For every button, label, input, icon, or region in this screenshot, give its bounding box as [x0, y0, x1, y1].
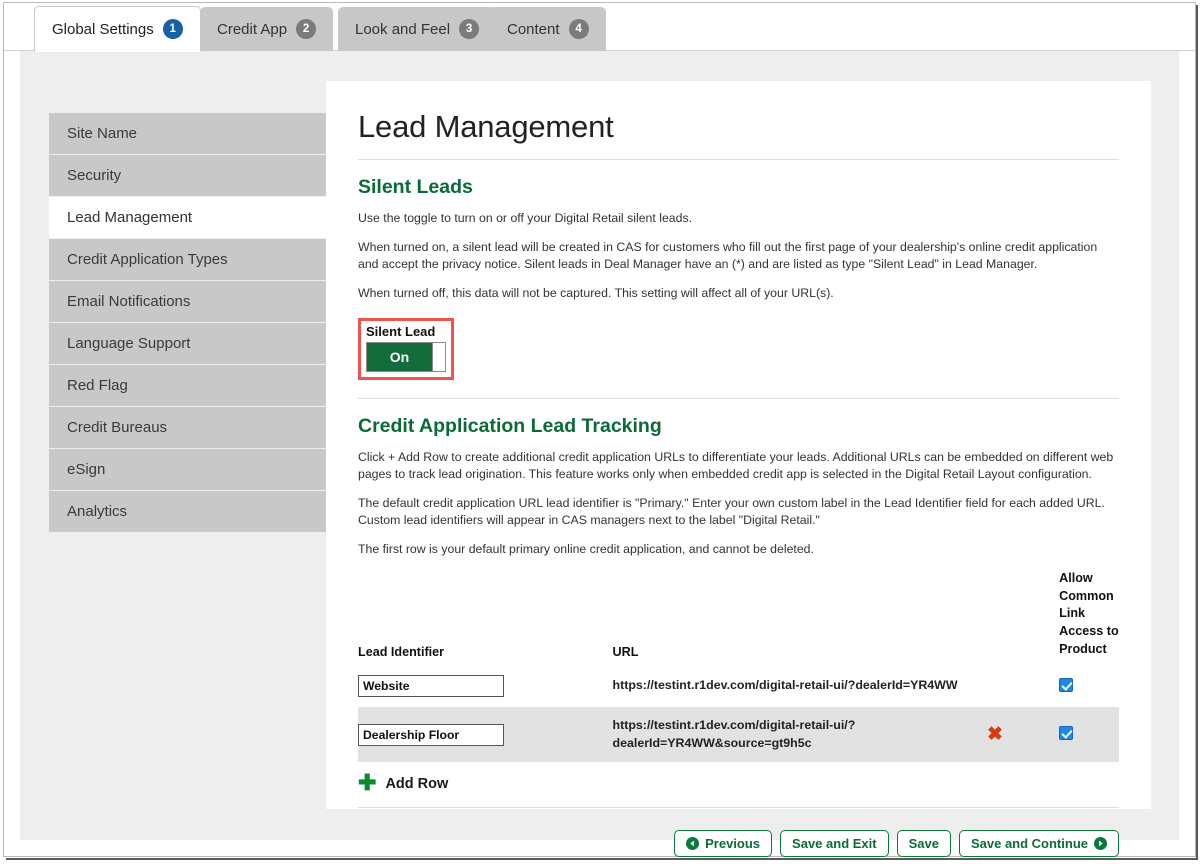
add-row-button[interactable]: ✚ Add Row — [358, 762, 1119, 809]
window-frame: Global Settings 1 Credit App 2 Look and … — [3, 2, 1196, 858]
sidebar-item-credit-bureaus[interactable]: Credit Bureaus — [49, 407, 326, 449]
arrow-right-circle-icon — [1094, 837, 1107, 851]
tab-credit-app[interactable]: Credit App 2 — [200, 7, 334, 51]
lead-tracking-heading: Credit Application Lead Tracking — [358, 414, 662, 437]
cell-allow-common-link — [1059, 665, 1119, 708]
app-screenshot: Global Settings 1 Credit App 2 Look and … — [0, 0, 1202, 864]
column-header-lead-identifier: Lead Identifier — [358, 645, 445, 660]
save-and-exit-label: Save and Exit — [792, 836, 877, 852]
cell-lead-identifier — [358, 665, 613, 708]
cell-lead-identifier — [358, 707, 613, 763]
allow-common-link-checkbox[interactable] — [1059, 726, 1074, 741]
column-header-delete — [987, 570, 1059, 665]
tab-label: Content — [507, 20, 560, 38]
sidebar-item-label: Analytics — [67, 503, 128, 520]
sidebar-item-label: eSign — [67, 461, 106, 478]
tab-content[interactable]: Content 4 — [490, 7, 606, 51]
content-panel: Lead Management Silent Leads Use the tog… — [326, 81, 1151, 858]
sidebar-item-esign[interactable]: eSign — [49, 449, 326, 491]
sidebar-item-email-notifications[interactable]: Email Notifications — [49, 281, 326, 323]
lead-tracking-paragraph-2: The default credit application URL lead … — [358, 495, 1105, 527]
tab-badge: 1 — [162, 19, 183, 39]
toggle-knob[interactable] — [432, 342, 445, 371]
cell-delete — [986, 665, 1060, 708]
sidebar-item-label: Security — [67, 167, 122, 184]
sidebar-item-red-flag[interactable]: Red Flag — [49, 365, 326, 407]
sidebar-item-label: Lead Management — [67, 209, 193, 226]
sidebar-item-label: Email Notifications — [67, 293, 191, 310]
silent-leads-paragraph-3: When turned off, this data will not be c… — [358, 285, 834, 300]
save-and-continue-label: Save and Continue — [970, 836, 1088, 852]
previous-button-label: Previous — [705, 836, 761, 852]
table-row: https://testint.r1dev.com/digital-retail… — [358, 665, 1119, 708]
sidebar-item-label: Red Flag — [67, 377, 128, 394]
cell-delete: ✖ — [986, 707, 1060, 763]
tab-badge: 3 — [459, 19, 480, 39]
lead-identifier-input[interactable] — [358, 723, 504, 746]
column-header-url: URL — [612, 645, 639, 660]
settings-sidebar: Site Name Security Lead Management Credi… — [49, 113, 326, 533]
tab-global-settings[interactable]: Global Settings 1 — [34, 6, 201, 52]
delete-row-icon[interactable]: ✖ — [987, 725, 1003, 744]
silent-lead-toggle[interactable]: On — [366, 341, 446, 372]
allow-common-link-checkbox[interactable] — [1059, 677, 1074, 692]
column-header-allow-common-link: Allow Common Link Access to Product — [1059, 570, 1119, 665]
cell-url: https://testint.r1dev.com/digital-retail… — [612, 707, 987, 763]
silent-leads-paragraph-2: When turned on, a silent lead will be cr… — [358, 239, 1098, 271]
silent-lead-highlight-box: Silent Lead On — [358, 317, 454, 380]
sidebar-item-label: Language Support — [67, 335, 191, 352]
save-and-exit-button[interactable]: Save and Exit — [780, 830, 889, 858]
page-title: Lead Management — [358, 109, 1119, 160]
sidebar-item-language-support[interactable]: Language Support — [49, 323, 326, 365]
cell-url: https://testint.r1dev.com/digital-retail… — [612, 665, 987, 708]
sidebar-item-security[interactable]: Security — [49, 155, 326, 197]
page-body: Site Name Security Lead Management Credi… — [20, 51, 1179, 858]
tab-look-and-feel[interactable]: Look and Feel 3 — [338, 7, 497, 51]
save-label: Save — [908, 836, 939, 852]
section-divider — [358, 397, 1119, 399]
table-body: https://testint.r1dev.com/digital-retail… — [358, 665, 1119, 763]
lead-identifier-input[interactable] — [358, 675, 504, 698]
silent-lead-toggle-label: Silent Lead — [366, 323, 436, 339]
allow-common-link-label: Allow Common Link Access to Product — [1059, 570, 1119, 657]
previous-button[interactable]: Previous — [674, 830, 773, 858]
sidebar-item-credit-application-types[interactable]: Credit Application Types — [49, 239, 326, 281]
lead-tracking-paragraph-1: Click + Add Row to create additional cre… — [358, 449, 1114, 481]
add-row-label: Add Row — [385, 776, 449, 793]
tab-bar: Global Settings 1 Credit App 2 Look and … — [4, 3, 1195, 52]
sidebar-item-site-name[interactable]: Site Name — [49, 113, 326, 155]
plus-icon: ✚ — [358, 770, 377, 796]
window-shadow-bottom — [6, 858, 1198, 860]
sidebar-item-label: Credit Application Types — [67, 251, 228, 268]
lead-tracking-table: Lead Identifier URL Allow Common Link Ac… — [358, 570, 1119, 763]
table-header: Lead Identifier URL Allow Common Link Ac… — [358, 570, 1119, 665]
silent-leads-heading: Silent Leads — [358, 176, 473, 198]
save-and-continue-button[interactable]: Save and Continue — [958, 830, 1119, 858]
table-row: https://testint.r1dev.com/digital-retail… — [358, 707, 1119, 763]
lead-tracking-paragraph-3: The first row is your default primary on… — [358, 541, 814, 556]
sidebar-item-analytics[interactable]: Analytics — [49, 491, 326, 533]
footer-button-bar: Previous Save and Exit Save Save and Con… — [358, 808, 1119, 858]
tab-badge: 2 — [296, 19, 317, 39]
tab-badge: 4 — [568, 19, 589, 39]
sidebar-item-label: Credit Bureaus — [67, 419, 168, 436]
sidebar-item-lead-management[interactable]: Lead Management — [49, 197, 326, 239]
tab-label: Credit App — [217, 20, 288, 38]
save-button[interactable]: Save — [896, 830, 951, 858]
tab-label: Global Settings — [52, 20, 154, 38]
toggle-state-label: On — [367, 342, 432, 371]
tab-label: Look and Feel — [355, 20, 451, 38]
silent-leads-paragraph-1: Use the toggle to turn on or off your Di… — [358, 211, 693, 225]
window-shadow-right — [1196, 5, 1198, 860]
cell-allow-common-link — [1059, 707, 1119, 763]
sidebar-item-label: Site Name — [67, 125, 138, 142]
arrow-left-circle-icon — [686, 837, 700, 851]
